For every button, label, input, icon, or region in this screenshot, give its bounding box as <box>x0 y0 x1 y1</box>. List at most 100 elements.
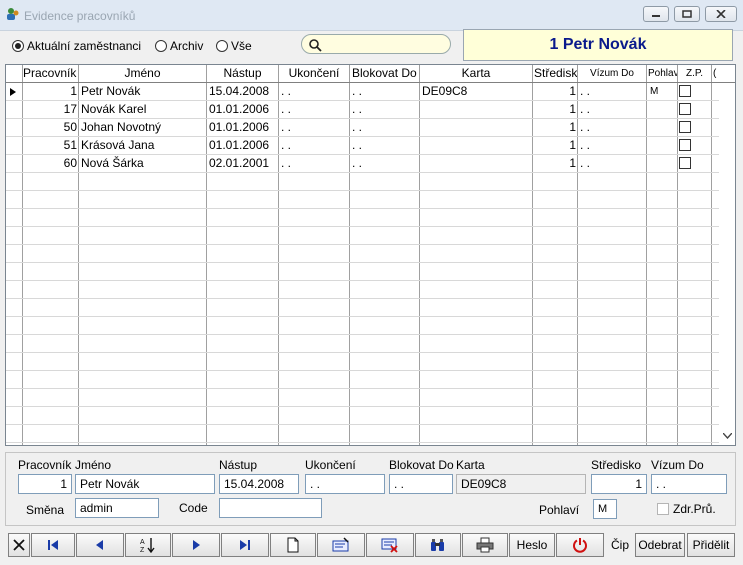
chip-label: Čip <box>611 538 630 552</box>
filter-radio-all[interactable]: Vše <box>216 39 252 53</box>
minimize-button[interactable] <box>643 6 669 22</box>
zdrpru-checkbox[interactable] <box>657 503 669 515</box>
cell-jmeno: Nová Šárka <box>81 156 144 170</box>
cell-blokovat: . . <box>352 120 363 134</box>
ukonceni-field[interactable]: . . <box>305 474 385 494</box>
employee-detail-panel: Pracovník Jméno Nástup Ukončení Blokovat… <box>5 452 736 526</box>
cell-pohlavi <box>647 101 678 118</box>
column-header[interactable]: Nástup <box>207 65 279 82</box>
current-row-pointer-icon <box>10 88 16 96</box>
delete-record-button[interactable] <box>366 533 414 557</box>
zp-checkbox[interactable] <box>679 157 691 169</box>
table-header: Pracovník Jméno Nástup Ukončení Blokovat… <box>6 65 735 83</box>
karta-field: DE09C8 <box>456 474 586 494</box>
column-header[interactable]: Ukončení <box>279 65 350 82</box>
column-header[interactable]: Karta <box>420 65 533 82</box>
new-record-button[interactable] <box>270 533 316 557</box>
edit-record-button[interactable] <box>317 533 365 557</box>
filter-radio-archive[interactable]: Archiv <box>155 39 203 53</box>
table-row[interactable]: 50 Johan Novotný 01.01.2006 . . . . 1 . … <box>6 119 735 137</box>
filter-radio-current[interactable]: Aktuální zaměstnanci <box>12 39 141 53</box>
password-button[interactable]: Heslo <box>509 533 555 557</box>
last-record-button[interactable] <box>221 533 269 557</box>
cell-stredisko: 1 <box>569 84 576 98</box>
pridelit-button[interactable]: Přidělit <box>687 533 735 557</box>
scroll-down-icon[interactable] <box>723 433 732 439</box>
search-input[interactable] <box>301 34 451 54</box>
vertical-scrollbar[interactable] <box>719 83 735 445</box>
column-header[interactable]: Blokovat Do <box>350 65 420 82</box>
label-karta: Karta <box>456 458 485 472</box>
empty-table-row <box>6 227 735 245</box>
row-indicator-header <box>6 65 23 82</box>
employee-filter-group: Aktuální zaměstnanci Archiv Vše <box>7 31 287 61</box>
empty-table-row <box>6 371 735 389</box>
smena-field[interactable]: admin <box>75 498 159 518</box>
print-button[interactable] <box>462 533 508 557</box>
column-header[interactable]: Jméno <box>79 65 207 82</box>
column-header[interactable]: ( <box>712 65 720 82</box>
blokovat-field[interactable]: . . <box>389 474 453 494</box>
close-x-icon <box>13 539 25 551</box>
cell-blokovat: . . <box>352 84 363 98</box>
restore-icon <box>682 10 692 18</box>
find-binoculars-icon <box>431 539 444 551</box>
jmeno-field[interactable]: Petr Novák <box>75 474 215 494</box>
empty-table-row <box>6 407 735 425</box>
find-button[interactable] <box>415 533 461 557</box>
next-record-icon <box>193 540 200 550</box>
table-row[interactable]: 51 Krásová Jana 01.01.2006 . . . . 1 . . <box>6 137 735 155</box>
cell-karta <box>420 155 533 172</box>
svg-text:A: A <box>140 539 145 546</box>
sort-button[interactable]: A Z <box>125 533 171 557</box>
label-code: Code <box>179 501 208 515</box>
cell-jmeno: Petr Novák <box>81 84 141 98</box>
restore-button[interactable] <box>674 6 700 22</box>
filter-label: Vše <box>231 39 252 53</box>
column-header[interactable]: Z.P. <box>678 65 712 82</box>
empty-table-row <box>6 173 735 191</box>
empty-table-row <box>6 353 735 371</box>
close-form-button[interactable] <box>8 533 30 557</box>
search-icon <box>309 39 322 52</box>
empty-table-row <box>6 335 735 353</box>
column-header[interactable]: Pohlav <box>647 65 678 82</box>
table-row[interactable]: 17 Novák Karel 01.01.2006 . . . . 1 . . <box>6 101 735 119</box>
cell-blokovat: . . <box>352 156 363 170</box>
code-field[interactable] <box>219 498 322 518</box>
cell-nastup: 02.01.2001 <box>209 156 270 170</box>
app-people-icon <box>6 7 20 21</box>
label-stredisko: Středisko <box>591 458 642 472</box>
first-record-button[interactable] <box>31 533 75 557</box>
odebrat-button[interactable]: Odebrat <box>635 533 685 557</box>
column-header[interactable]: Středisk <box>533 65 578 82</box>
zp-checkbox[interactable] <box>679 139 691 151</box>
window-title: Evidence pracovníků <box>24 9 136 23</box>
cell-ukonceni: . . <box>281 156 292 170</box>
title-bar: Evidence pracovníků <box>0 0 743 31</box>
close-window-button[interactable] <box>705 6 737 22</box>
empty-table-row <box>6 281 735 299</box>
column-header[interactable]: Vízum Do <box>578 65 647 82</box>
zp-checkbox[interactable] <box>679 121 691 133</box>
pohlavi-field[interactable]: M <box>593 499 617 519</box>
cell-vizum: . . <box>580 102 591 116</box>
table-row[interactable]: 1 Petr Novák 15.04.2008 . . . . DE09C8 1… <box>6 83 735 101</box>
next-record-button[interactable] <box>172 533 220 557</box>
stredisko-field[interactable]: 1 <box>591 474 647 494</box>
cell-karta <box>420 137 533 154</box>
cell-karta <box>420 101 533 118</box>
svg-text:Z: Z <box>140 547 145 553</box>
filter-label: Archiv <box>170 39 204 53</box>
current-employee-banner: 1 Petr Novák <box>463 29 733 61</box>
nastup-field[interactable]: 15.04.2008 <box>219 474 299 494</box>
table-row[interactable]: 60 Nová Šárka 02.01.2001 . . . . 1 . . <box>6 155 735 173</box>
pracovnik-field[interactable]: 1 <box>18 474 72 494</box>
column-header[interactable]: Pracovník <box>23 65 79 82</box>
vizum-field[interactable]: . . <box>651 474 727 494</box>
zp-checkbox[interactable] <box>679 85 691 97</box>
power-button[interactable] <box>556 533 604 557</box>
previous-record-button[interactable] <box>76 533 124 557</box>
cell-jmeno: Johan Novotný <box>81 120 162 134</box>
zp-checkbox[interactable] <box>679 103 691 115</box>
